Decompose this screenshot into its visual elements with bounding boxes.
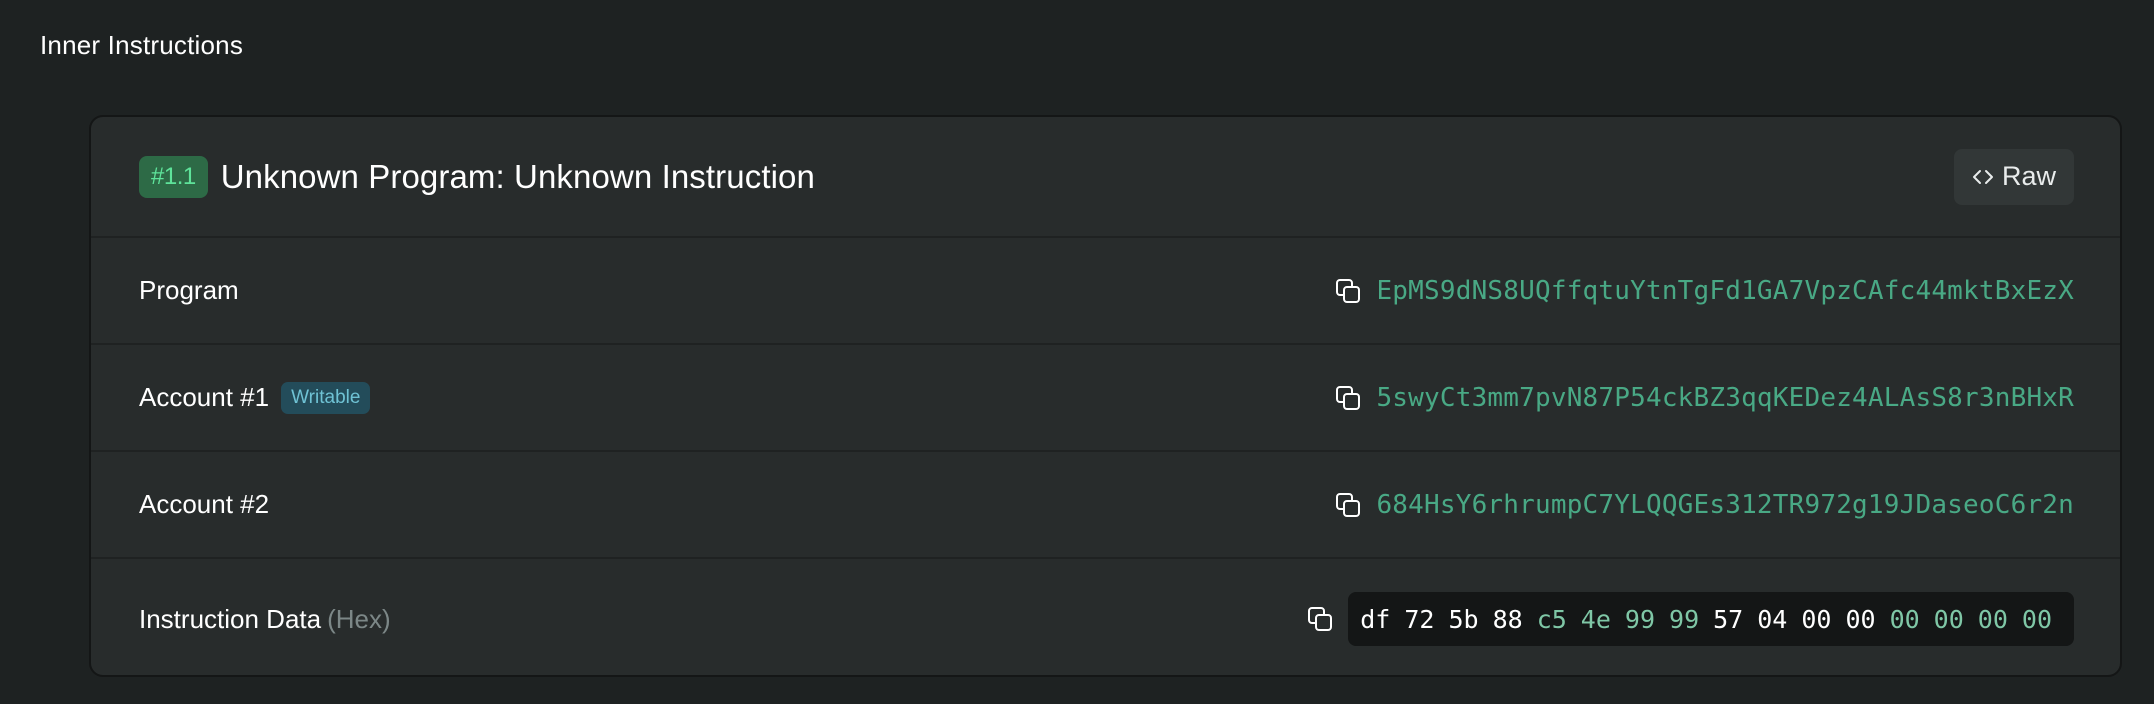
hex-byte: 57 <box>1713 604 1744 634</box>
copy-icon[interactable] <box>1334 277 1362 305</box>
hex-byte: 00 <box>1801 604 1832 634</box>
row-label: Account #1 Writable <box>139 381 371 414</box>
account-1-row: Account #1 Writable 5swyCt3mm7pvN87P54ck… <box>91 345 2120 452</box>
hex-byte: 00 <box>1845 604 1876 634</box>
hex-byte: 72 <box>1404 604 1435 634</box>
hex-byte: 04 <box>1757 604 1788 634</box>
hex-byte: 4e <box>1580 604 1611 634</box>
account-2-value: 684HsY6rhrumpC7YLQQGEs312TR972g19JDaseoC… <box>1334 490 2074 520</box>
account-2-address-link[interactable]: 684HsY6rhrumpC7YLQQGEs312TR972g19JDaseoC… <box>1376 490 2074 520</box>
copy-icon[interactable] <box>1306 605 1334 633</box>
instruction-card: #1.1 Unknown Program: Unknown Instructio… <box>89 115 2122 677</box>
program-row: Program EpMS9dNS8UQffqtuYtnTgFd1GA7VpzCA… <box>91 238 2120 345</box>
program-address-link[interactable]: EpMS9dNS8UQffqtuYtnTgFd1GA7VpzCAfc44mktB… <box>1376 276 2074 306</box>
account-1-value: 5swyCt3mm7pvN87P54ckBZ3qqKEDez4ALAsS8r3n… <box>1334 383 2074 413</box>
hex-byte: c5 <box>1536 604 1567 634</box>
instruction-data-row: Instruction Data (Hex) df 72 5b 88 c5 4e 99 99 5… <box>91 559 2120 675</box>
hex-byte: 00 <box>1933 604 1964 634</box>
hex-byte: 00 <box>2021 604 2052 634</box>
instruction-index-badge: #1.1 <box>139 155 208 198</box>
hex-byte: 00 <box>1977 604 2008 634</box>
copy-icon[interactable] <box>1334 491 1362 519</box>
hex-suffix: (Hex) <box>327 603 391 634</box>
instruction-data-value: df 72 5b 88 c5 4e 99 99 57 04 00 00 00 00 00 00 <box>1306 592 2074 646</box>
hex-byte: 5b <box>1448 604 1479 634</box>
account-2-label: Account #2 <box>139 489 270 519</box>
instruction-header: #1.1 Unknown Program: Unknown Instructio… <box>91 117 2120 238</box>
hex-byte: 00 <box>1889 604 1920 634</box>
account-1-label: Account #1 <box>139 382 270 412</box>
account-1-address-link[interactable]: 5swyCt3mm7pvN87P54ckBZ3qqKEDez4ALAsS8r3n… <box>1376 383 2074 413</box>
hex-data-box: df 72 5b 88 c5 4e 99 99 57 04 00 00 00 00 00 00 <box>1348 592 2074 646</box>
hex-byte: df <box>1360 604 1391 634</box>
instruction-data-label: Instruction Data <box>139 603 322 634</box>
account-2-row: Account #2 684HsY6rhrumpC7YLQQGEs312TR97… <box>91 452 2120 559</box>
hex-byte: 99 <box>1624 604 1656 634</box>
row-label: Program <box>139 275 239 306</box>
program-label: Program <box>139 275 239 305</box>
hex-byte: 99 <box>1669 604 1700 634</box>
row-label: Instruction Data (Hex) <box>139 604 391 635</box>
copy-icon[interactable] <box>1334 384 1362 412</box>
code-brackets-icon <box>1972 166 1994 188</box>
hex-byte: 88 <box>1492 604 1523 634</box>
raw-button-label: Raw <box>2001 161 2056 191</box>
section-title: Inner Instructions <box>40 30 244 60</box>
raw-button[interactable]: Raw <box>1953 148 2074 205</box>
writable-badge: Writable <box>281 381 371 414</box>
row-label: Account #2 <box>139 489 269 520</box>
program-value: EpMS9dNS8UQffqtuYtnTgFd1GA7VpzCAfc44mktB… <box>1334 276 2074 306</box>
instruction-title: Unknown Program: Unknown Instruction <box>220 157 815 195</box>
